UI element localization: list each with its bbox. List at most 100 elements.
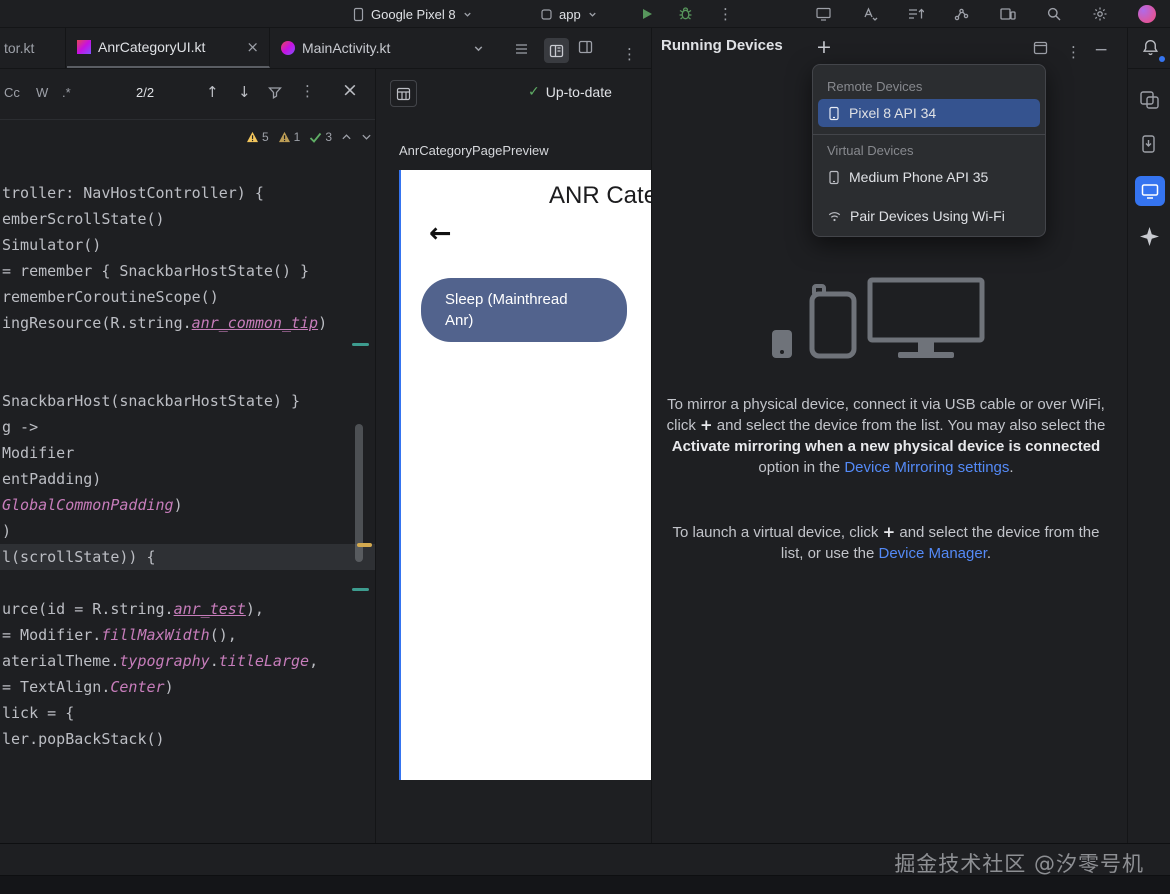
button-label-line1: Sleep (Mainthread xyxy=(445,289,627,310)
search-icon[interactable] xyxy=(1046,6,1062,22)
device-option-label: Medium Phone API 35 xyxy=(849,169,988,185)
code-line xyxy=(0,336,375,362)
close-find-icon[interactable]: × xyxy=(342,79,358,101)
plus-icon: + xyxy=(883,523,896,541)
translate-icon[interactable] xyxy=(861,6,878,22)
device-frame-icon[interactable] xyxy=(815,6,832,22)
editor-scrollbar[interactable] xyxy=(355,424,363,562)
divider xyxy=(375,68,376,843)
notification-dot xyxy=(1159,56,1165,62)
run-config-selector[interactable]: app xyxy=(540,0,598,28)
wifi-icon xyxy=(827,209,842,223)
close-icon[interactable]: × xyxy=(246,38,259,56)
divider xyxy=(651,28,652,843)
filter-icon[interactable] xyxy=(268,86,282,99)
notifications-bell-icon[interactable] xyxy=(1141,38,1160,57)
match-case-toggle[interactable]: Cc xyxy=(4,85,20,100)
regex-toggle[interactable]: .* xyxy=(62,85,71,100)
settings-gear-icon[interactable] xyxy=(1092,6,1108,22)
warning-icon xyxy=(246,131,259,143)
gemini-icon[interactable] xyxy=(1139,226,1160,246)
debug-button[interactable] xyxy=(678,6,693,21)
plus-icon: + xyxy=(700,416,713,434)
add-device-button[interactable]: + xyxy=(816,37,832,57)
user-avatar[interactable] xyxy=(1138,5,1156,23)
watermark: 掘金技术社区 @汐零号机 xyxy=(894,848,1144,878)
tab-partial[interactable]: tor.kt xyxy=(0,28,66,68)
preview-status-label: Up-to-date xyxy=(546,84,612,100)
previous-problem-icon[interactable] xyxy=(341,132,352,142)
launch-instructions: To launch a virtual device, click + and … xyxy=(666,522,1106,564)
code-line: ) xyxy=(0,518,375,544)
whole-words-toggle[interactable]: W xyxy=(36,85,48,100)
tab-list-chevron-icon[interactable] xyxy=(472,42,485,55)
next-occurrence-icon[interactable]: ↓ xyxy=(238,83,251,101)
device-option[interactable]: Pair Devices Using Wi-Fi xyxy=(818,202,1040,230)
instruction-bold-text: Activate mirroring when a new physical d… xyxy=(672,438,1100,455)
device-selector[interactable]: Google Pixel 8 xyxy=(352,0,473,28)
device-manager-icon[interactable] xyxy=(1139,134,1160,154)
inspection-widget[interactable]: 5 1 3 xyxy=(150,126,372,148)
running-devices-title: Running Devices xyxy=(661,37,783,54)
structure-list-icon[interactable] xyxy=(514,42,529,56)
change-marker xyxy=(357,543,372,547)
profiler-icon[interactable] xyxy=(953,6,970,22)
code-line: ler.popBackStack() xyxy=(0,726,375,752)
code-line: emberScrollState() xyxy=(0,206,375,232)
panel-more-icon[interactable]: ⋮ xyxy=(1066,43,1081,61)
code-line: Simulator() xyxy=(0,232,375,258)
code-line: entPadding) xyxy=(0,466,375,492)
code-area[interactable]: troller: NavHostController) {emberScroll… xyxy=(0,180,375,758)
device-mirroring-settings-link[interactable]: Device Mirroring settings xyxy=(844,459,1009,476)
run-button[interactable] xyxy=(640,7,654,21)
device-dropdown: Remote DevicesPixel 8 API 34Virtual Devi… xyxy=(812,64,1046,237)
code-line: g -> xyxy=(0,414,375,440)
device-mirror-icon[interactable] xyxy=(1139,90,1160,110)
screen-title: ANR Cate xyxy=(549,182,651,210)
tab-anrcategoryui[interactable]: AnrCategoryUI.kt × xyxy=(67,28,270,68)
code-line: Modifier xyxy=(0,440,375,466)
sync-columns-icon[interactable] xyxy=(907,6,924,22)
check-icon xyxy=(309,132,322,143)
phone-icon xyxy=(827,106,841,121)
device-option[interactable]: Pixel 8 API 34 xyxy=(818,99,1040,127)
code-line: urce(id = R.string.anr_test), xyxy=(0,596,375,622)
split-editor-icon[interactable] xyxy=(544,38,569,63)
android-studio-window: Google Pixel 8 app ⋮ xyxy=(0,0,1170,894)
device-option[interactable]: Medium Phone API 35 xyxy=(818,163,1040,191)
device-option-label: Pixel 8 API 34 xyxy=(849,105,936,121)
preview-name: AnrCategoryPagePreview xyxy=(399,143,549,158)
device-option-label: Pair Devices Using Wi-Fi xyxy=(850,208,1005,224)
divider xyxy=(1128,68,1170,69)
compose-preview-canvas[interactable]: ANR Cate ← Sleep (Mainthread Anr) xyxy=(399,170,651,780)
run-config-icon xyxy=(540,8,553,21)
previous-occurrence-icon[interactable]: ↑ xyxy=(206,83,219,101)
preview-layout-icon[interactable] xyxy=(578,40,593,54)
preview-grid-icon[interactable] xyxy=(390,80,417,107)
tab-label: MainActivity.kt xyxy=(302,40,390,56)
change-marker xyxy=(352,588,369,591)
code-line: troller: NavHostController) { xyxy=(0,180,375,206)
code-line: SnackbarHost(snackbarHostState) } xyxy=(0,388,375,414)
code-line: GlobalCommonPadding) xyxy=(0,492,375,518)
running-devices-panel-icon[interactable] xyxy=(1135,176,1165,206)
instruction-text: option in the xyxy=(758,459,840,476)
next-problem-icon[interactable] xyxy=(361,132,372,142)
status-bar: 掘金技术社区 @汐零号机 xyxy=(0,843,1170,875)
minimize-panel-icon[interactable]: − xyxy=(1094,40,1108,60)
instruction-text: To launch a virtual device, click xyxy=(673,524,879,541)
tab-mainactivity[interactable]: MainActivity.kt xyxy=(271,28,431,68)
find-more-icon[interactable]: ⋮ xyxy=(300,82,315,100)
device-manager-link[interactable]: Device Manager xyxy=(878,545,986,562)
preview-status: ✓ Up-to-date xyxy=(528,84,612,100)
window-mode-icon[interactable] xyxy=(1033,41,1048,55)
button-label-line2: Anr) xyxy=(445,310,627,331)
phone-icon xyxy=(827,170,841,185)
device-manager-top-icon[interactable] xyxy=(999,6,1016,22)
devices-illustration xyxy=(768,276,998,366)
instruction-text: and select the device from the list. You… xyxy=(717,417,1106,434)
sleep-anr-button[interactable]: Sleep (Mainthread Anr) xyxy=(421,278,627,342)
back-arrow-icon[interactable]: ← xyxy=(429,218,452,249)
more-options-icon[interactable]: ⋮ xyxy=(718,5,733,23)
editor-more-icon[interactable]: ⋮ xyxy=(622,45,637,63)
